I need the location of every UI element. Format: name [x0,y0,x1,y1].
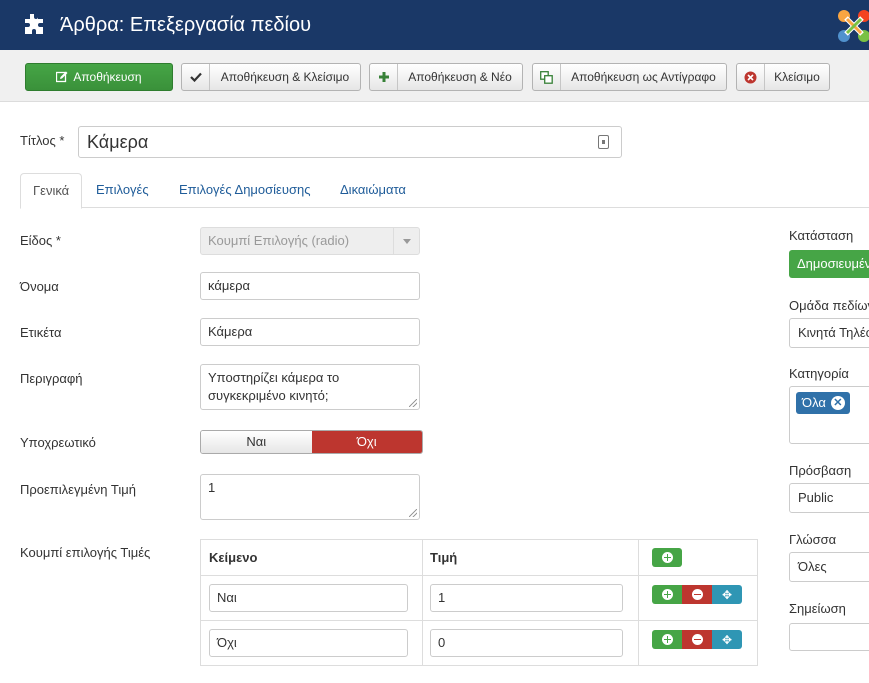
default-value-textarea[interactable]: 1 [200,474,420,520]
row-1-text-input[interactable]: Ναι [209,584,408,612]
resize-handle-icon[interactable] [409,509,417,517]
save-close-button[interactable]: Αποθήκευση & Κλείσιμο [181,63,361,91]
required-yes-button[interactable]: Ναι [201,431,312,453]
puzzle-icon [25,14,43,34]
move-icon: ✥ [721,587,733,602]
name-input[interactable]: κάμερα [200,272,420,300]
save-new-button[interactable]: Αποθήκευση & Νέο [369,63,523,91]
access-label: Πρόσβαση [789,463,852,478]
title-input[interactable]: Κάμερα [78,126,622,158]
language-select[interactable]: Όλες [789,552,869,582]
minus-circle-icon [691,634,703,645]
field-group-label: Ομάδα πεδίων [789,298,869,313]
status-button[interactable]: Δημοσιευμένο [789,250,869,278]
note-input[interactable] [789,623,869,651]
radio-values-label: Κουμπί επιλογής Τιμές [20,545,151,560]
plus-circle-icon [661,552,673,563]
edit-icon [56,71,68,83]
row-2-actions: ✥ [652,630,742,649]
plus-circle-icon [661,634,673,645]
title-label: Τίτλος * [20,133,65,148]
status-label: Κατάσταση [789,228,854,243]
close-button[interactable]: Κλείσιμο [736,63,830,91]
category-chip: Όλα ✕ [796,392,850,414]
cancel-icon [737,64,765,90]
tab-bar: Γενικά Επιλογές Επιλογές Δημοσίευσης Δικ… [20,173,869,209]
category-label: Κατηγορία [789,366,849,381]
save-copy-button[interactable]: Αποθήκευση ως Αντίγραφο [532,63,727,91]
header-bar: Άρθρα: Επεξεργασία πεδίου [0,0,869,50]
copy-icon [533,64,561,90]
save-button[interactable]: Αποθήκευση [25,63,173,91]
page-title: Άρθρα: Επεξεργασία πεδίου [60,14,312,36]
category-select[interactable]: Όλα ✕ [789,386,869,444]
row-1-actions: ✥ [652,585,742,604]
check-icon [182,64,210,90]
radio-values-table: Κείμενο Τιμή Ναι 1 ✥ Όχι 0 ✥ [200,539,758,666]
default-value-text: 1 [208,480,216,495]
move-icon: ✥ [721,632,733,647]
required-no-button[interactable]: Όχι [311,431,422,453]
description-line-2: συγκεκριμένο κινητό; [208,388,329,403]
add-row-button[interactable] [652,548,682,567]
column-header-text: Κείμενο [209,550,258,565]
row-1-add-button[interactable] [652,585,682,604]
row-1-remove-button[interactable] [682,585,712,604]
type-select-value: Κουμπί Επιλογής (radio) [208,233,350,248]
row-2-move-button[interactable]: ✥ [712,630,742,649]
row-2-remove-button[interactable] [682,630,712,649]
note-label: Σημείωση [789,601,846,616]
row-2-add-button[interactable] [652,630,682,649]
title-input-value: Κάμερα [87,132,149,152]
chevron-down-icon [393,228,419,254]
type-label: Είδος * [20,233,61,248]
description-label: Περιγραφή [20,371,83,386]
description-line-1: Υποστηρίζει κάμερα το [208,370,340,385]
language-label: Γλώσσα [789,532,837,547]
plus-circle-icon [661,589,673,600]
field-group-select[interactable]: Κινητά Τηλέφωνα [789,318,869,348]
remove-chip-icon[interactable]: ✕ [830,396,845,410]
tab-permissions[interactable]: Δικαιώματα [328,173,418,208]
access-select[interactable]: Public [789,483,869,513]
required-toggle: Ναι Όχι [200,430,423,454]
row-2-value-input[interactable]: 0 [430,629,623,657]
row-2-text-input[interactable]: Όχι [209,629,408,657]
joomla-logo-icon [838,10,869,42]
row-1-value-input[interactable]: 1 [430,584,623,612]
label-input[interactable]: Κάμερα [200,318,420,346]
column-header-value: Τιμή [430,550,458,565]
tab-general[interactable]: Γενικά [20,173,83,209]
row-1-move-button[interactable]: ✥ [712,585,742,604]
tab-options[interactable]: Επιλογές [84,173,161,208]
required-label: Υποχρεωτικό [20,435,96,450]
minus-circle-icon [691,589,703,600]
plus-icon [370,64,398,90]
label-label: Ετικέτα [20,325,62,340]
lock-icon[interactable] [598,135,609,149]
tab-publishing[interactable]: Επιλογές Δημοσίευσης [167,173,323,208]
resize-handle-icon[interactable] [409,399,417,407]
default-value-label: Προεπιλεγμένη Τιμή [20,482,136,497]
category-chip-label: Όλα [802,395,826,410]
name-label: Όνομα [20,279,59,294]
type-select: Κουμπί Επιλογής (radio) [200,227,420,255]
description-textarea[interactable]: Υποστηρίζει κάμερα το συγκεκριμένο κινητ… [200,364,420,410]
toolbar: Αποθήκευση Αποθήκευση & Κλείσιμο Αποθήκε… [0,50,869,102]
